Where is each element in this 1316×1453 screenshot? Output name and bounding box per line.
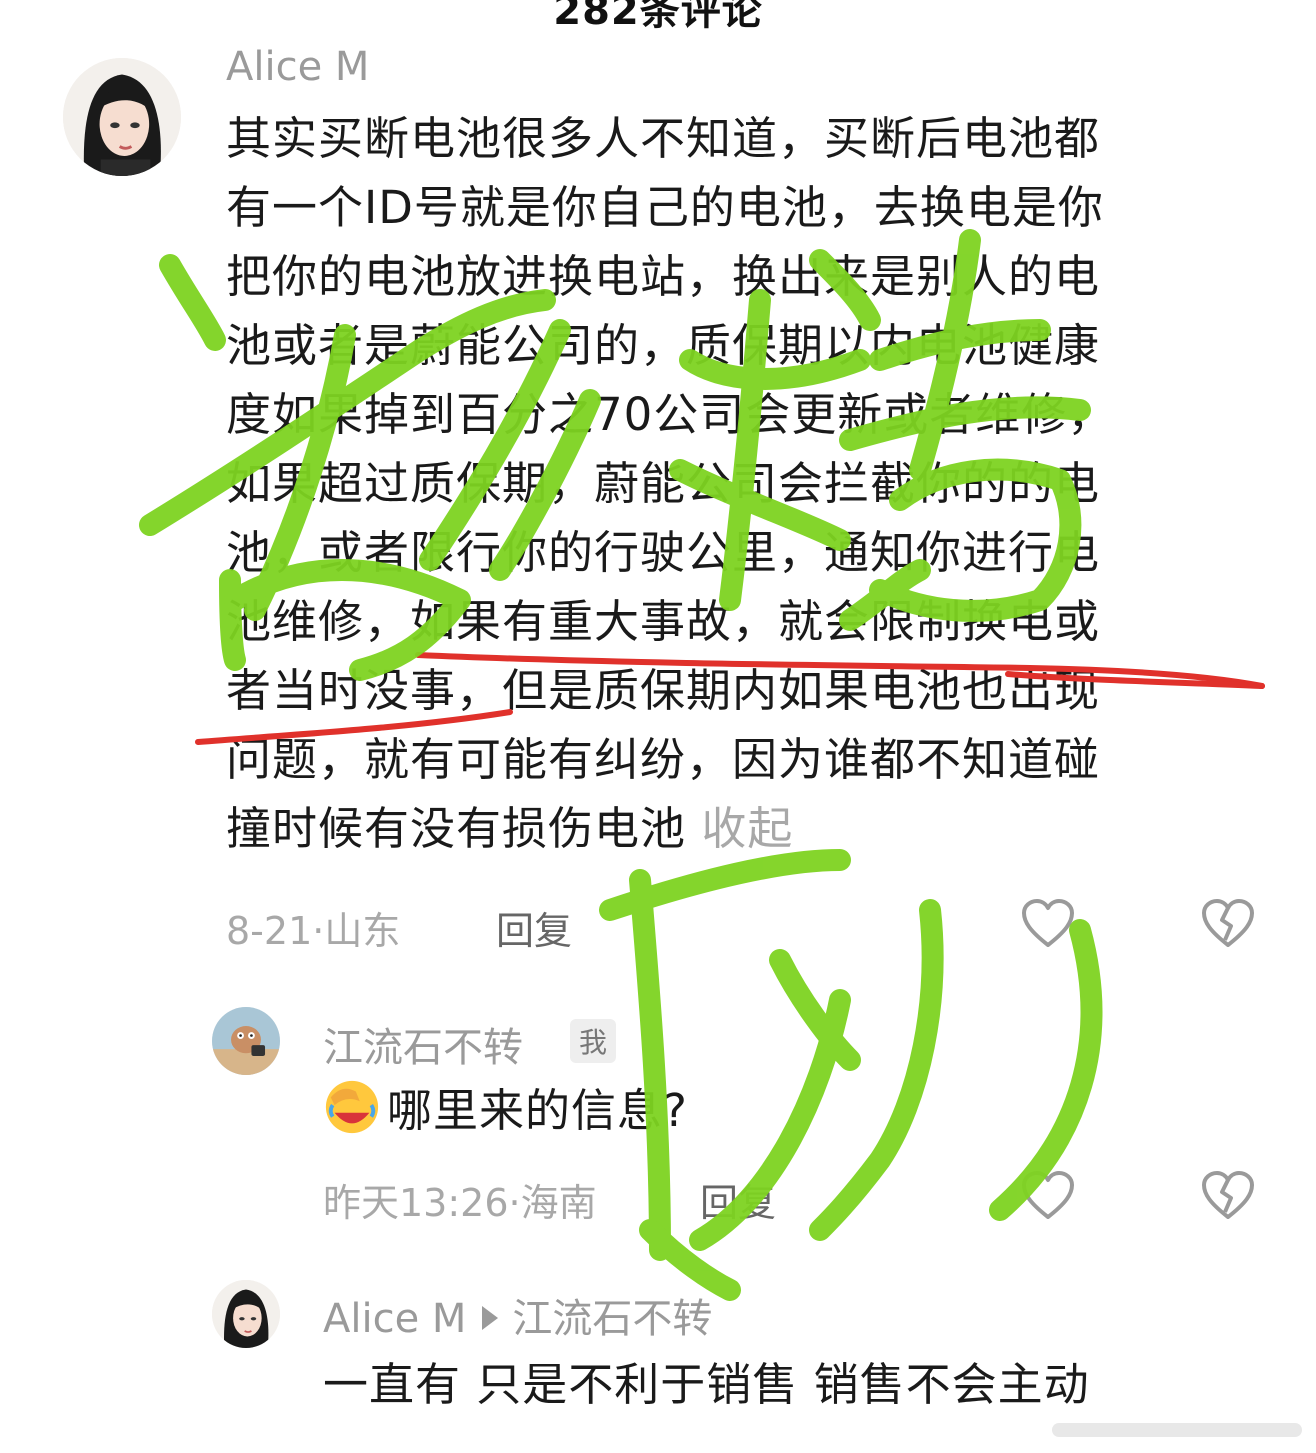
avatar[interactable]	[212, 1007, 280, 1075]
reply-author-line: Alice M 江流石不转	[323, 1286, 712, 1344]
comment-line: 如果超过质保期，蔚能公司会拦截你的的电	[226, 457, 1101, 510]
comment-line-last: 撞时候有没有损伤电池 收起	[226, 794, 1113, 863]
comment-line: 度如果掉到百分之70公司会更新或者维修，	[226, 388, 1114, 441]
heart-outline-icon[interactable]	[1020, 1170, 1076, 1222]
reply-button[interactable]: 回复	[496, 900, 572, 955]
avatar-woman-image	[212, 1280, 280, 1348]
watermark-image	[1052, 1423, 1302, 1437]
avatar[interactable]	[63, 58, 181, 176]
reply-text: 一直有 只是不利于销售 销售不会主动	[323, 1358, 1090, 1411]
avatar-woman-image	[63, 58, 181, 176]
comment-line: 有一个ID号就是你自己的电池，去换电是你	[226, 181, 1104, 234]
reply-text: 哪里来的信息?	[387, 1084, 688, 1137]
reply-arrow-icon	[482, 1306, 499, 1330]
comment-author-name[interactable]: Alice M	[226, 44, 369, 90]
reply-body: 哪里来的信息?	[323, 1076, 688, 1145]
comment-timestamp-location: 昨天13:26·海南	[323, 1181, 597, 1225]
reply-line: 哪里来的信息?	[323, 1076, 688, 1145]
comment-line: 池，或者限行你的行驶公里，通知你进行电	[226, 526, 1101, 579]
reply-target-name[interactable]: 江流石不转	[512, 1296, 712, 1342]
avatar-cartoon-image	[212, 1007, 280, 1075]
broken-heart-icon[interactable]	[1200, 1170, 1256, 1222]
comment-body: 其实买断电池很多人不知道，买断后电池都 有一个ID号就是你自己的电池，去换电是你…	[226, 104, 1113, 863]
comment-line: 者当时没事，但是质保期内如果电池也出现	[226, 664, 1101, 717]
comment-timestamp-location: 8-21·山东	[226, 909, 401, 953]
collapse-link[interactable]: 收起	[701, 802, 793, 855]
comment-line: 其实买断电池很多人不知道，买断后电池都	[226, 112, 1101, 165]
comment-author-name[interactable]: Alice M	[323, 1296, 466, 1342]
heart-outline-icon[interactable]	[1020, 898, 1076, 950]
comment-line: 问题，就有可能有纠纷，因为谁都不知道碰	[226, 733, 1101, 786]
comment-line: 池维修，如果有重大事故，就会限制换电或	[226, 595, 1101, 648]
comment-line-text: 撞时候有没有损伤电池	[226, 802, 687, 855]
me-badge: 我	[570, 1019, 617, 1063]
comment-line: 把你的电池放进换电站，换出来是别人的电	[226, 250, 1101, 303]
facepalm-laugh-emoji	[323, 1078, 381, 1136]
avatar[interactable]	[212, 1280, 280, 1348]
reply-body: 一直有 只是不利于销售 销售不会主动	[323, 1350, 1090, 1419]
reply-button[interactable]: 回复	[700, 1172, 776, 1227]
broken-heart-icon[interactable]	[1200, 898, 1256, 950]
comment-author-name[interactable]: 江流石不转	[323, 1015, 523, 1073]
comment-line: 池或者是蔚能公司的，质保期以内电池健康	[226, 319, 1101, 372]
comments-count-title: 282条评论	[553, 0, 763, 34]
